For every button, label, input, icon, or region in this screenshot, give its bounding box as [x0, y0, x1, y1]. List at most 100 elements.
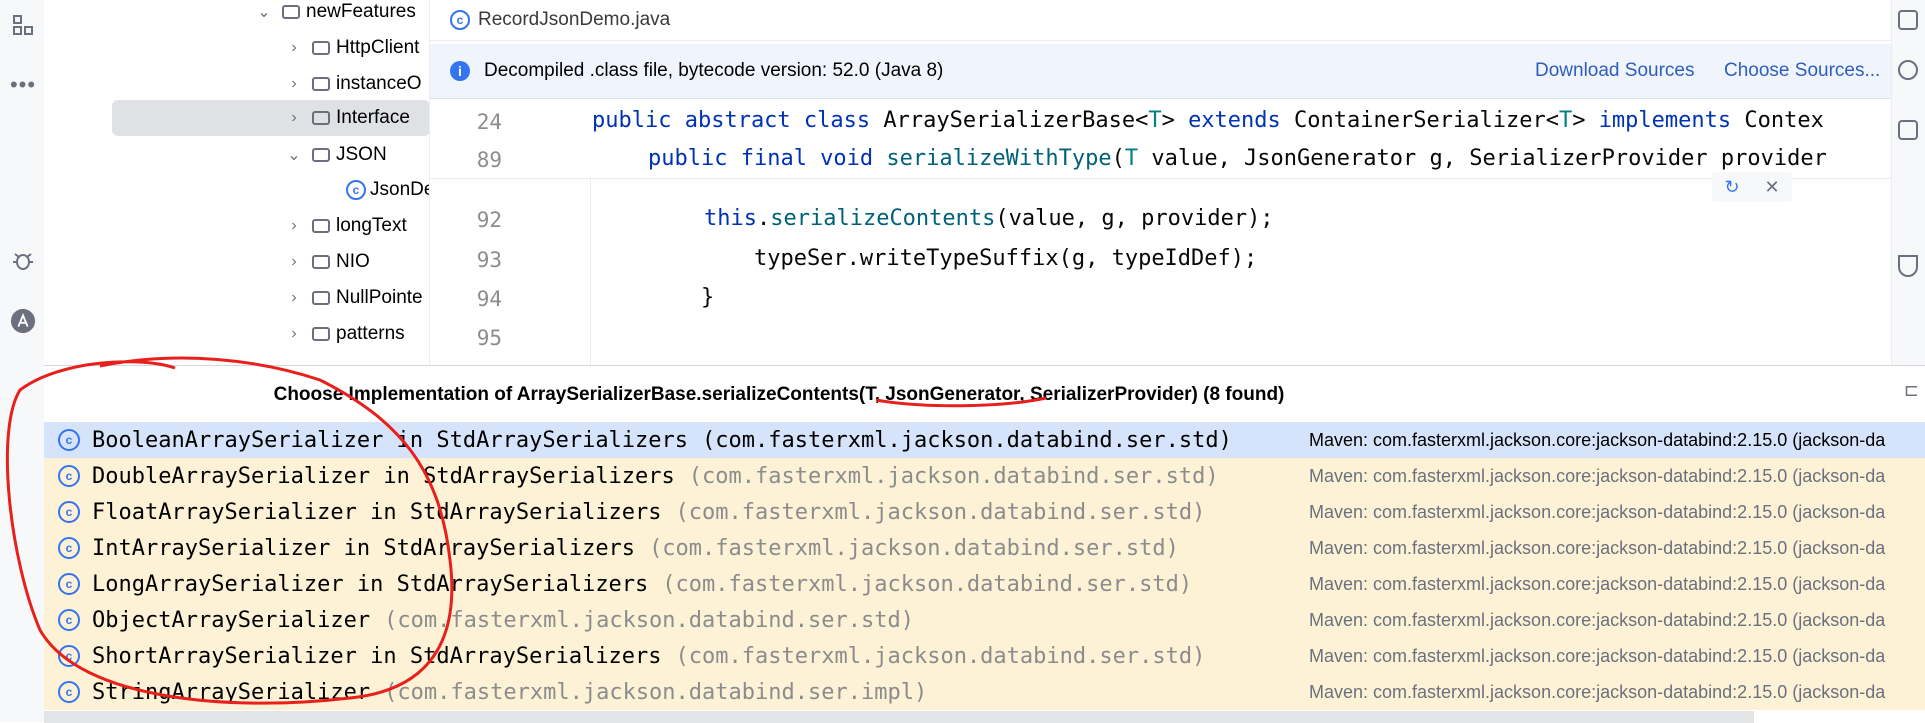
notifications-icon[interactable]	[1898, 10, 1918, 30]
class-icon: c	[346, 180, 366, 200]
tree-item-jsondemo[interactable]: c JsonDe	[340, 172, 429, 208]
item-maven: Maven: com.fasterxml.jackson.core:jackso…	[1309, 681, 1886, 702]
tree-item-json[interactable]: ⌄ JSON	[284, 137, 387, 173]
folder-icon	[312, 255, 330, 269]
chevron-right-icon[interactable]: ›	[284, 325, 304, 343]
folder-icon	[312, 327, 330, 341]
tree-item-label: JSON	[336, 144, 387, 165]
list-item[interactable]: c LongArraySerializer in StdArraySeriali…	[44, 566, 1925, 602]
decompiled-banner: i Decompiled .class file, bytecode versi…	[430, 44, 1892, 99]
tree-item-label: JsonDe	[370, 179, 429, 200]
bug-icon[interactable]	[10, 248, 36, 274]
item-package: (com.fasterxml.jackson.databind.ser.impl…	[384, 679, 928, 705]
item-name: BooleanArraySerializer in StdArraySerial…	[92, 427, 689, 453]
item-name: ShortArraySerializer in StdArraySerializ…	[92, 643, 662, 669]
tree-item-interface[interactable]: › Interface	[112, 100, 429, 136]
list-item[interactable]: c DoubleArraySerializer in StdArraySeria…	[44, 458, 1925, 494]
sticky-line-code[interactable]: public final void serializeWithType(T va…	[648, 146, 1827, 171]
right-tool-strip	[1891, 0, 1925, 365]
chevron-right-icon[interactable]: ›	[284, 289, 304, 307]
item-name: IntArraySerializer in StdArraySerializer…	[92, 535, 636, 561]
item-maven: Maven: com.fasterxml.jackson.core:jackso…	[1309, 501, 1886, 522]
tree-item-nio[interactable]: › NIO	[284, 244, 369, 280]
pin-icon[interactable]: ⊏	[1904, 380, 1919, 401]
list-item[interactable]: c FloatArraySerializer in StdArraySerial…	[44, 494, 1925, 530]
chevron-right-icon[interactable]: ›	[284, 109, 304, 127]
list-item[interactable]: c ShortArraySerializer in StdArraySerial…	[44, 638, 1925, 674]
line-number: 95	[476, 326, 502, 350]
choose-implementation-popup: Choose Implementation of ArraySerializer…	[44, 365, 1925, 723]
item-name: LongArraySerializer in StdArraySerialize…	[92, 571, 649, 597]
folder-icon	[312, 111, 330, 125]
code-line[interactable]: }	[648, 285, 714, 310]
item-maven: Maven: com.fasterxml.jackson.core:jackso…	[1309, 537, 1886, 558]
reader-mode-icon[interactable]: ↻	[1724, 177, 1739, 198]
list-item[interactable]: c ObjectArraySerializer (com.fasterxml.j…	[44, 602, 1925, 638]
sticky-line-code[interactable]: public abstract class ArraySerializerBas…	[592, 108, 1824, 133]
folder-icon	[312, 77, 330, 91]
project-tree: ⌄ newFeatures › HttpClient › instanceO ›…	[44, 0, 429, 365]
banner-text: Decompiled .class file, bytecode version…	[484, 60, 944, 81]
class-icon: c	[58, 501, 80, 523]
tree-item-newfeatures[interactable]: ⌄ newFeatures	[254, 0, 416, 30]
chevron-right-icon[interactable]: ›	[284, 253, 304, 271]
structure-icon[interactable]	[10, 12, 36, 38]
horizontal-scrollbar[interactable]	[44, 711, 1754, 723]
download-sources-link[interactable]: Download Sources	[1535, 60, 1694, 82]
more-icon[interactable]: •••	[10, 72, 36, 98]
tree-item-label: patterns	[336, 323, 405, 344]
chevron-down-icon[interactable]: ⌄	[254, 2, 274, 22]
shield-icon[interactable]	[1898, 255, 1918, 277]
class-file-icon: c	[450, 10, 470, 30]
sticky-lines-panel: 24 public abstract class ArraySerializer…	[430, 100, 1892, 179]
folder-icon	[282, 5, 300, 19]
list-item[interactable]: c BooleanArraySerializer in StdArraySeri…	[44, 422, 1925, 458]
popup-title: Choose Implementation of ArraySerializer…	[273, 384, 1285, 405]
tree-item-label: newFeatures	[306, 1, 416, 22]
line-number: 94	[476, 287, 502, 311]
tree-item-patterns[interactable]: › patterns	[284, 316, 405, 352]
item-name: FloatArraySerializer in StdArraySerializ…	[92, 499, 662, 525]
item-name: StringArraySerializer	[92, 679, 371, 705]
left-tool-strip: •••	[0, 0, 44, 722]
android-icon[interactable]	[10, 308, 36, 334]
item-package: (com.fasterxml.jackson.databind.ser.std)	[384, 607, 914, 633]
list-item[interactable]: c IntArraySerializer in StdArraySerializ…	[44, 530, 1925, 566]
item-maven: Maven: com.fasterxml.jackson.core:jackso…	[1309, 609, 1886, 630]
tree-item-instanceo[interactable]: › instanceO	[284, 66, 421, 102]
maven-icon[interactable]	[1898, 120, 1918, 140]
item-package: (com.fasterxml.jackson.databind.ser.std)	[702, 427, 1232, 453]
list-item[interactable]: c StringArraySerializer (com.fasterxml.j…	[44, 674, 1925, 710]
class-icon: c	[58, 609, 80, 631]
tree-item-nullpointer[interactable]: › NullPointe	[284, 280, 423, 316]
info-icon: i	[450, 61, 470, 81]
tab-title[interactable]: RecordJsonDemo.java	[478, 9, 670, 31]
tree-item-longtext[interactable]: › longText	[284, 208, 407, 244]
folder-icon	[312, 219, 330, 233]
choose-sources-link[interactable]: Choose Sources...	[1724, 60, 1880, 82]
chevron-right-icon[interactable]: ›	[284, 75, 304, 93]
code-line[interactable]: this.serializeContents(value, g, provide…	[704, 206, 1274, 231]
chevron-down-icon[interactable]: ⌄	[284, 145, 304, 165]
class-icon: c	[58, 429, 80, 451]
chevron-right-icon[interactable]: ›	[284, 39, 304, 57]
item-package: (com.fasterxml.jackson.databind.ser.std)	[675, 499, 1206, 525]
folder-icon	[312, 148, 330, 162]
tree-item-label: longText	[336, 215, 407, 236]
editor-tab-bar: c RecordJsonDemo.java	[430, 0, 1892, 41]
close-icon[interactable]: ✕	[1764, 177, 1779, 198]
chevron-right-icon[interactable]: ›	[284, 217, 304, 235]
item-package: (com.fasterxml.jackson.databind.ser.std)	[675, 643, 1206, 669]
item-package: (com.fasterxml.jackson.databind.ser.std)	[662, 571, 1193, 597]
class-icon: c	[58, 681, 80, 703]
class-icon: c	[58, 573, 80, 595]
tree-item-httpclient[interactable]: › HttpClient	[284, 30, 419, 66]
item-package: (com.fasterxml.jackson.databind.ser.std)	[649, 535, 1179, 561]
tree-item-label: NullPointe	[336, 287, 423, 308]
item-maven: Maven: com.fasterxml.jackson.core:jackso…	[1309, 465, 1886, 486]
database-icon[interactable]	[1898, 60, 1918, 80]
item-name: ObjectArraySerializer	[92, 607, 371, 633]
line-number: 92	[476, 208, 502, 232]
item-package: (com.fasterxml.jackson.databind.ser.std)	[688, 463, 1219, 489]
code-line[interactable]: typeSer.writeTypeSuffix(g, typeIdDef);	[648, 246, 1257, 271]
